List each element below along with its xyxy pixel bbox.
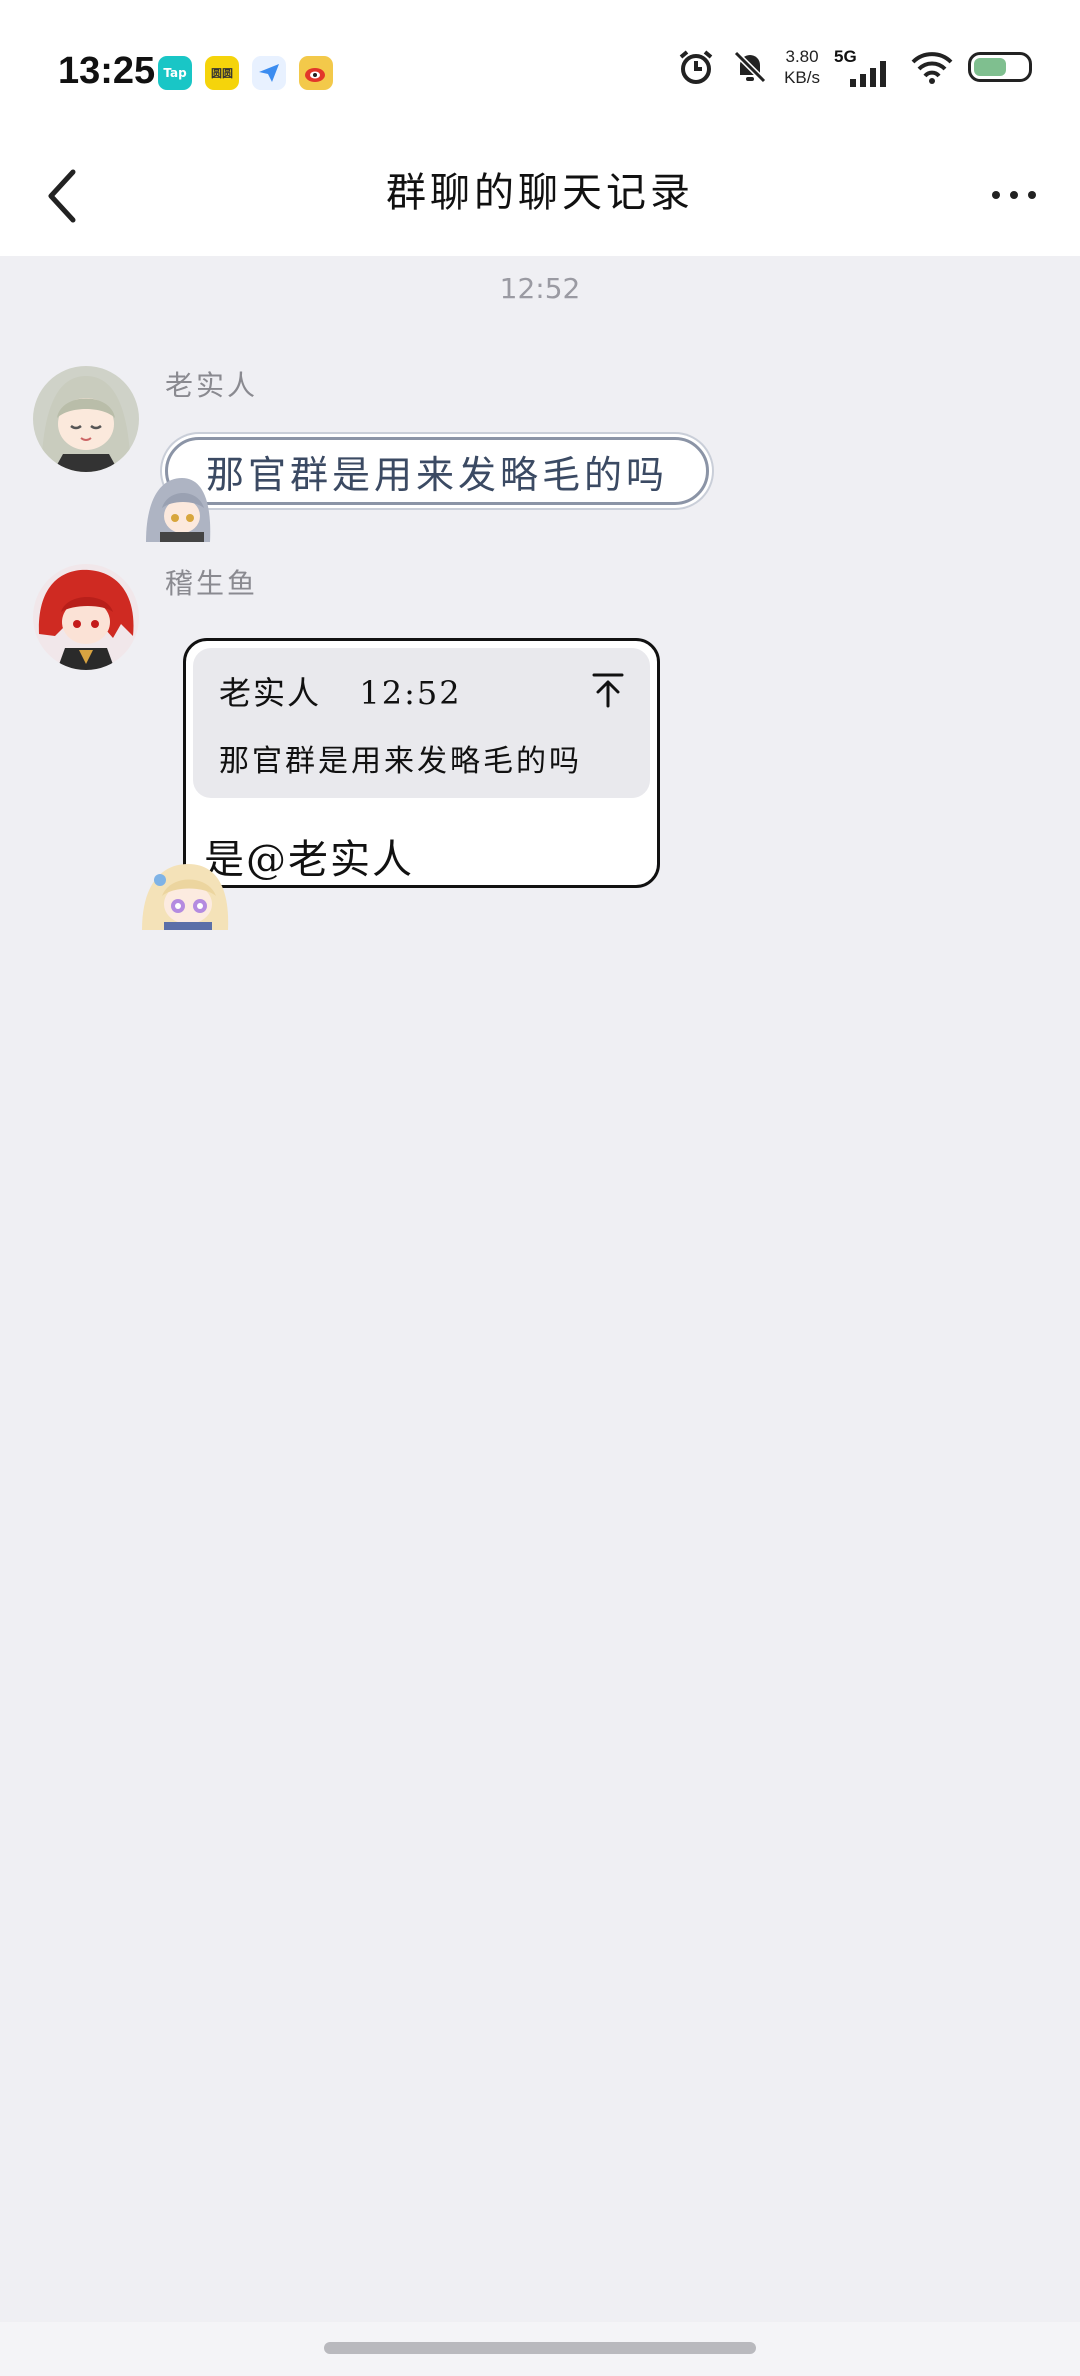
- quote-sender: 老实人: [219, 674, 322, 712]
- alarm-icon: [679, 50, 713, 84]
- mention-link[interactable]: @老实人: [246, 837, 414, 883]
- quoted-message[interactable]: 老实人 12:52 那官群是用来发略毛的吗: [193, 648, 650, 798]
- jump-to-original-icon[interactable]: [588, 670, 628, 710]
- sender-name: 老实人: [165, 369, 259, 402]
- quote-text: 那官群是用来发略毛的吗: [219, 744, 582, 779]
- bubble-chibi-sticker: [142, 864, 229, 930]
- quote-time: 12:52: [359, 674, 462, 712]
- status-bar: 13:25 Tap 圆圆 3.80 KB/s 5G: [0, 0, 1080, 140]
- more-dots-icon: [992, 191, 1000, 199]
- notification-icons: Tap 圆圆: [158, 56, 333, 90]
- weibo-icon: [299, 56, 333, 90]
- message-bubble[interactable]: 那官群是用来发略毛的吗: [165, 437, 710, 505]
- net-speed: 3.80 KB/s: [784, 47, 820, 87]
- avatar-sender-2[interactable]: [33, 564, 139, 670]
- page-title: 群聊的聊天记录: [386, 170, 694, 216]
- status-indicators: 3.80 KB/s 5G: [676, 46, 1032, 88]
- taptap-icon: Tap: [158, 56, 192, 90]
- send-app-icon: [252, 56, 286, 90]
- bubble-chibi-sticker: [146, 478, 211, 542]
- message-timestamp: 12:52: [499, 272, 581, 305]
- quote-header: 老实人 12:52: [219, 668, 462, 714]
- sender-name: 稽生鱼: [165, 567, 259, 600]
- home-indicator[interactable]: [324, 2342, 756, 2354]
- wifi-icon: [911, 52, 953, 84]
- header-bar: 群聊的聊天记录: [0, 140, 1080, 256]
- reply-text: 是@老实人: [204, 837, 414, 883]
- more-options-button[interactable]: [974, 160, 1054, 230]
- battery-icon: [968, 52, 1032, 82]
- status-time: 13:25: [58, 50, 156, 92]
- reply-message-bubble[interactable]: 老实人 12:52 那官群是用来发略毛的吗 是@老实人: [183, 638, 660, 888]
- cellular-signal-icon: 5G: [834, 47, 896, 87]
- mute-bell-icon: [733, 50, 767, 84]
- yellow-app-icon: 圆圆: [205, 56, 239, 90]
- avatar-sender-1[interactable]: [33, 366, 139, 472]
